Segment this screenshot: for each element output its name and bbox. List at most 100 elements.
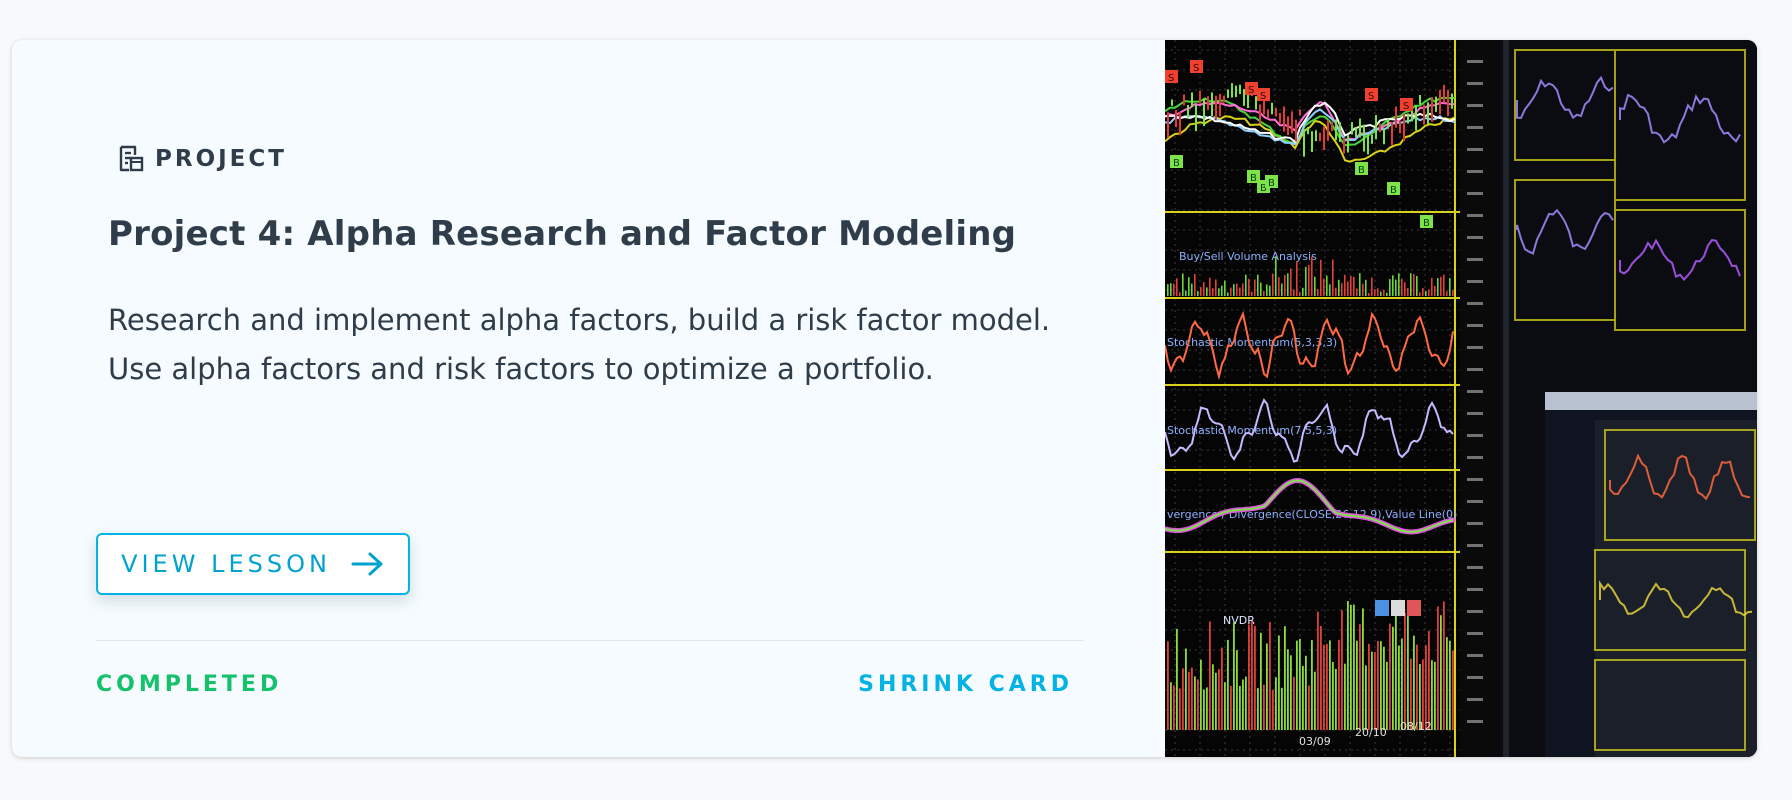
price-candle: [1179, 112, 1181, 136]
volume-bar: [1362, 283, 1364, 296]
volume-bar: [1395, 279, 1397, 296]
arrow-right-icon: [351, 552, 383, 576]
volume-bar: [1443, 274, 1445, 296]
price-candle: [1199, 90, 1201, 104]
nvdr-bar: [1242, 679, 1244, 730]
volume-bar: [1218, 288, 1220, 296]
volume-bar: [1404, 282, 1406, 296]
description-line: Use alpha factors and risk factors to op…: [108, 352, 934, 386]
price-candle: [1223, 95, 1225, 103]
price-candle: [1335, 119, 1337, 141]
volume-bar: [1365, 279, 1367, 296]
nvdr-bar: [1194, 676, 1196, 730]
price-candle: [1451, 93, 1453, 109]
volume-bar: [1359, 273, 1361, 296]
price-candle: [1419, 95, 1421, 105]
volume-bar: [1428, 289, 1430, 296]
price-candle: [1183, 94, 1185, 106]
nvdr-bar: [1353, 604, 1355, 730]
nvdr-bar: [1251, 620, 1253, 730]
volume-bar: [1368, 292, 1370, 296]
nvdr-bar: [1254, 625, 1256, 730]
price-candle: [1187, 105, 1189, 118]
volume-label: Buy/Sell Volume Analysis: [1179, 250, 1317, 263]
nvdr-bar: [1374, 651, 1376, 730]
price-candle: [1371, 134, 1373, 144]
price-candle: [1447, 89, 1449, 117]
nvdr-bar: [1275, 677, 1277, 730]
nvdr-bar: [1392, 626, 1394, 730]
sell-marker-label: S: [1168, 73, 1174, 84]
volume-bar: [1221, 285, 1223, 296]
volume-bar: [1398, 273, 1400, 296]
volume-bar: [1383, 289, 1385, 296]
price-candle: [1423, 104, 1425, 125]
scale-tick: [1467, 236, 1483, 239]
view-lesson-button[interactable]: VIEW LESSON: [96, 533, 410, 595]
volume-bar: [1281, 283, 1283, 296]
nvdr-bar: [1215, 672, 1217, 730]
volume-bar: [1377, 288, 1379, 296]
volume-bar: [1386, 292, 1388, 296]
volume-bar: [1188, 277, 1190, 296]
buy-marker-label: B: [1423, 218, 1430, 229]
price-candle: [1195, 104, 1197, 132]
volume-bar: [1290, 268, 1292, 296]
nvdr-bar: [1248, 624, 1250, 730]
nvdr-bar: [1434, 661, 1436, 730]
scale-tick: [1467, 82, 1483, 85]
price-candle: [1227, 89, 1229, 98]
volume-bar: [1299, 291, 1301, 296]
scale-tick: [1467, 302, 1483, 305]
view-lesson-label: VIEW LESSON: [121, 550, 331, 578]
price-candle: [1407, 113, 1409, 124]
scale-tick: [1467, 566, 1483, 569]
volume-bar: [1185, 290, 1187, 296]
volume-bar: [1326, 275, 1328, 296]
volume-bar: [1338, 279, 1340, 296]
price-candle: [1307, 126, 1309, 135]
sell-marker-label: S: [1248, 85, 1254, 96]
nvdr-bar: [1365, 665, 1367, 730]
nvdr-bar: [1311, 640, 1313, 730]
nvdr-bar: [1266, 643, 1268, 730]
nvdr-bar: [1173, 685, 1175, 730]
nvdr-bar: [1344, 663, 1346, 730]
nvdr-bar: [1362, 608, 1364, 730]
nvdr-bar: [1260, 632, 1262, 730]
volume-bar: [1266, 284, 1268, 296]
scale-tick: [1467, 544, 1483, 547]
volume-bar: [1392, 275, 1394, 296]
price-candle: [1267, 109, 1269, 119]
volume-bar: [1374, 289, 1376, 296]
card-image: BBBBBBBSSSSSS Buy/Sell Volume Analysis S…: [1165, 40, 1757, 757]
scale-tick: [1467, 170, 1483, 173]
nvdr-bar: [1287, 649, 1289, 730]
price-candle: [1399, 121, 1401, 134]
scale-tick: [1467, 324, 1483, 327]
nvdr-bar: [1386, 661, 1388, 730]
volume-bar: [1434, 286, 1436, 296]
nvdr-bar: [1170, 682, 1172, 730]
nvdr-bar: [1407, 613, 1409, 730]
date-label: 08/12: [1400, 720, 1432, 733]
scale-tick: [1467, 588, 1483, 591]
shrink-card-button[interactable]: SHRINK CARD: [858, 672, 1073, 697]
scale-tick: [1467, 104, 1483, 107]
nvdr-bar: [1323, 644, 1325, 730]
nvdr-bar: [1272, 689, 1274, 730]
scale-tick: [1467, 368, 1483, 371]
volume-bar: [1389, 279, 1391, 296]
volume-bar: [1275, 256, 1277, 296]
nvdr-bar: [1368, 643, 1370, 730]
volume-bar: [1437, 278, 1439, 296]
price-candle: [1287, 116, 1289, 136]
volume-bar: [1371, 277, 1373, 296]
nvdr-bar: [1293, 676, 1295, 730]
nvdr-bar: [1227, 639, 1229, 730]
nvdr-bar: [1200, 659, 1202, 730]
volume-bar: [1341, 283, 1343, 296]
volume-bar: [1176, 278, 1178, 296]
volume-bar: [1233, 284, 1235, 296]
nvdr-bar: [1341, 609, 1343, 730]
